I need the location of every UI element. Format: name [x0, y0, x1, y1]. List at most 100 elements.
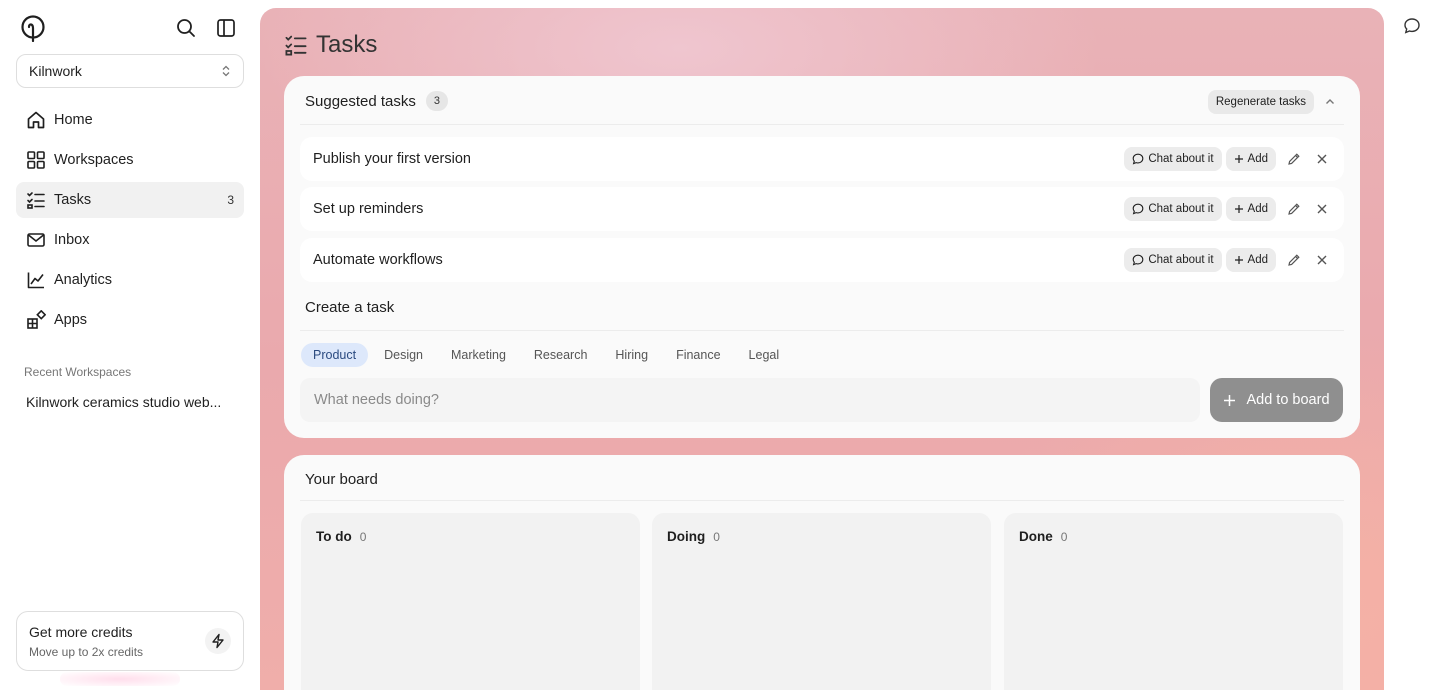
mail-icon	[26, 230, 46, 250]
tasks-icon	[26, 190, 46, 210]
add-label: Add	[1247, 254, 1268, 266]
get-credits-card[interactable]: Get more credits Move up to 2x credits	[16, 611, 244, 671]
divider	[300, 330, 1344, 331]
home-icon	[26, 110, 46, 130]
recent-workspaces-label: Recent Workspaces	[24, 365, 132, 379]
sidebar: Kilnwork Home Workspaces Tasks 3 Inbox A…	[0, 0, 260, 690]
close-icon[interactable]	[1312, 199, 1332, 219]
chat-about-it-button[interactable]: Chat about it	[1124, 248, 1222, 272]
divider	[300, 500, 1344, 501]
sidebar-nav: Home Workspaces Tasks 3 Inbox Analytics …	[16, 102, 244, 342]
sidebar-top-bar	[20, 14, 240, 43]
board-column-todo[interactable]: To do 0	[301, 513, 640, 690]
credits-glow-decoration	[60, 672, 180, 686]
sidebar-item-analytics[interactable]: Analytics	[16, 262, 244, 298]
sidebar-item-apps[interactable]: Apps	[16, 302, 244, 338]
add-task-button[interactable]: Add	[1225, 248, 1276, 272]
pencil-icon[interactable]	[1284, 250, 1304, 270]
recent-workspace-item[interactable]: Kilnwork ceramics studio web...	[26, 394, 232, 410]
page-header: Tasks	[284, 30, 377, 60]
category-tab-legal[interactable]: Legal	[737, 343, 792, 367]
chevron-up-down-icon	[221, 65, 231, 77]
new-task-input[interactable]	[300, 378, 1200, 422]
chat-bubble-icon[interactable]	[1402, 16, 1422, 36]
sidebar-item-label: Inbox	[54, 232, 90, 248]
main-panel: Tasks Suggested tasks 3 Regenerate tasks…	[260, 8, 1384, 690]
task-actions: Chat about it Add	[1120, 197, 1332, 221]
create-task-title: Create a task	[305, 299, 395, 316]
task-actions: Chat about it Add	[1120, 147, 1332, 171]
chat-bubble-icon	[1132, 153, 1144, 165]
category-tab-hiring[interactable]: Hiring	[603, 343, 660, 367]
board-column-done[interactable]: Done 0	[1004, 513, 1343, 690]
category-tab-design[interactable]: Design	[372, 343, 435, 367]
suggested-task-row: Automate workflows Chat about it Add	[300, 238, 1344, 282]
logo-icon[interactable]	[20, 14, 46, 43]
task-title: Publish your first version	[313, 151, 471, 167]
task-actions: Chat about it Add	[1120, 248, 1332, 272]
suggested-task-row: Publish your first version Chat about it…	[300, 137, 1344, 181]
plus-icon	[1234, 154, 1244, 164]
chat-bubble-icon	[1132, 203, 1144, 215]
chat-about-it-button[interactable]: Chat about it	[1124, 197, 1222, 221]
close-icon[interactable]	[1312, 250, 1332, 270]
chat-bubble-icon	[1132, 254, 1144, 266]
search-icon[interactable]	[174, 16, 198, 40]
chat-about-it-label: Chat about it	[1148, 203, 1214, 215]
task-title: Automate workflows	[313, 252, 443, 268]
plus-icon	[1234, 255, 1244, 265]
apps-icon	[26, 310, 46, 330]
add-to-board-button[interactable]: Add to board	[1210, 378, 1343, 422]
add-label: Add	[1247, 203, 1268, 215]
suggested-tasks-header: Suggested tasks 3	[305, 91, 1344, 111]
board-title: Your board	[305, 471, 378, 488]
category-tab-marketing[interactable]: Marketing	[439, 343, 518, 367]
divider	[300, 124, 1344, 125]
task-title: Set up reminders	[313, 201, 424, 217]
sidebar-toggle-icon[interactable]	[214, 16, 238, 40]
grid-icon	[26, 150, 46, 170]
column-header: Doing 0	[667, 529, 720, 544]
board-column-doing[interactable]: Doing 0	[652, 513, 991, 690]
category-tab-finance[interactable]: Finance	[664, 343, 732, 367]
workspace-name: Kilnwork	[29, 63, 82, 79]
add-to-board-label: Add to board	[1246, 392, 1330, 408]
column-count: 0	[359, 530, 367, 544]
category-tab-research[interactable]: Research	[522, 343, 600, 367]
sidebar-item-label: Analytics	[54, 272, 113, 288]
column-name: To do	[316, 529, 352, 544]
add-task-button[interactable]: Add	[1225, 147, 1276, 171]
plus-icon	[1223, 394, 1236, 407]
column-count: 0	[713, 530, 720, 544]
board-card: Your board To do 0 Doing 0 Done 0	[284, 455, 1360, 690]
sidebar-item-home[interactable]: Home	[16, 102, 244, 138]
column-name: Done	[1019, 529, 1053, 544]
sidebar-item-workspaces[interactable]: Workspaces	[16, 142, 244, 178]
credits-subtitle: Move up to 2x credits	[29, 645, 144, 659]
pencil-icon[interactable]	[1284, 199, 1304, 219]
chevron-up-icon[interactable]	[1322, 94, 1338, 110]
tasks-icon	[284, 33, 308, 57]
lightning-icon	[205, 628, 231, 654]
add-task-button[interactable]: Add	[1225, 197, 1276, 221]
suggested-count-badge: 3	[425, 91, 448, 111]
sidebar-item-label: Tasks	[54, 192, 92, 208]
plus-icon	[1234, 204, 1244, 214]
sidebar-item-label: Workspaces	[54, 152, 134, 168]
column-header: To do 0	[316, 529, 366, 544]
suggested-tasks-title: Suggested tasks	[305, 92, 416, 110]
add-label: Add	[1247, 153, 1268, 165]
regenerate-tasks-button[interactable]: Regenerate tasks	[1207, 90, 1314, 114]
sidebar-item-tasks[interactable]: Tasks 3	[16, 182, 244, 218]
category-tabs: Product Design Marketing Research Hiring…	[301, 343, 795, 367]
column-count: 0	[1060, 530, 1068, 544]
column-header: Done 0	[1019, 529, 1067, 544]
category-tab-product[interactable]: Product	[301, 343, 369, 367]
close-icon[interactable]	[1312, 149, 1332, 169]
chat-about-it-label: Chat about it	[1148, 254, 1214, 266]
workspace-selector[interactable]: Kilnwork	[16, 54, 244, 88]
pencil-icon[interactable]	[1284, 149, 1304, 169]
column-name: Doing	[667, 529, 706, 544]
sidebar-item-inbox[interactable]: Inbox	[16, 222, 244, 258]
chat-about-it-button[interactable]: Chat about it	[1124, 147, 1222, 171]
